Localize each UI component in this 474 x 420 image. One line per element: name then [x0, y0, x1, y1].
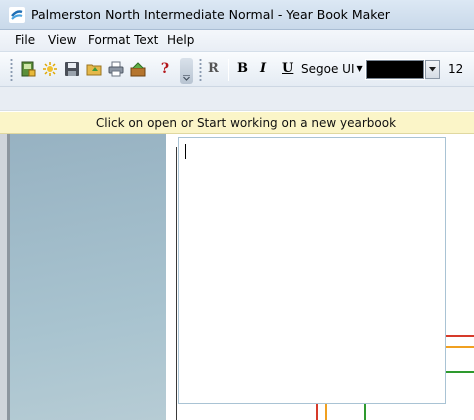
- font-name-dropdown[interactable]: Segoe UI ▼: [301, 62, 363, 76]
- toolbar-separator: [228, 59, 229, 81]
- toolbar: ? R B I U Segoe UI ▼ 12: [0, 51, 474, 87]
- menu-file[interactable]: File: [15, 33, 35, 47]
- guide-line-green-vertical: [364, 404, 366, 420]
- guide-line-green: [446, 371, 474, 373]
- status-bar: Click on open or Start working on a new …: [0, 112, 474, 134]
- guide-line-orange-vertical: [325, 404, 327, 420]
- help-icon[interactable]: ?: [156, 60, 174, 78]
- font-color-swatch[interactable]: [365, 59, 425, 80]
- italic-button[interactable]: I: [260, 61, 266, 76]
- guide-line-orange: [446, 346, 474, 348]
- new-star-icon[interactable]: [41, 60, 59, 78]
- guide-line-red-vertical: [316, 404, 318, 420]
- text-cursor: [185, 144, 186, 159]
- save-icon[interactable]: [63, 60, 81, 78]
- new-book-icon[interactable]: [19, 60, 37, 78]
- bold-button[interactable]: B: [237, 61, 248, 76]
- toolbar-spacer: [0, 87, 474, 111]
- regular-button[interactable]: R: [208, 61, 219, 76]
- font-name-value: Segoe UI: [301, 62, 355, 76]
- chevron-down-icon: [429, 67, 436, 72]
- toolbar-overflow-button[interactable]: [180, 58, 193, 84]
- dropdown-caret-icon: ▼: [356, 64, 363, 73]
- text-editor[interactable]: [178, 137, 446, 404]
- print-icon[interactable]: [107, 60, 125, 78]
- guide-line-red: [446, 335, 474, 337]
- menu-view[interactable]: View: [48, 33, 76, 47]
- export-icon[interactable]: [129, 60, 147, 78]
- status-message: Click on open or Start working on a new …: [95, 115, 397, 130]
- menu-format-text[interactable]: Format Text: [88, 33, 158, 47]
- open-folder-icon[interactable]: [85, 60, 103, 78]
- window-title: Palmerston North Intermediate Normal - Y…: [31, 7, 390, 22]
- menu-help[interactable]: Help: [167, 33, 194, 47]
- menu-bar: File View Format Text Help: [0, 30, 474, 51]
- toolbar-grip-2[interactable]: [199, 58, 202, 82]
- app-logo-icon: [9, 7, 25, 23]
- title-bar[interactable]: Palmerston North Intermediate Normal - Y…: [0, 0, 474, 30]
- page-border-line: [176, 147, 177, 420]
- underline-button[interactable]: U: [282, 61, 293, 76]
- font-color-dropdown[interactable]: [425, 60, 440, 79]
- toolbar-grip[interactable]: [10, 58, 13, 82]
- font-size-value[interactable]: 12: [448, 62, 463, 76]
